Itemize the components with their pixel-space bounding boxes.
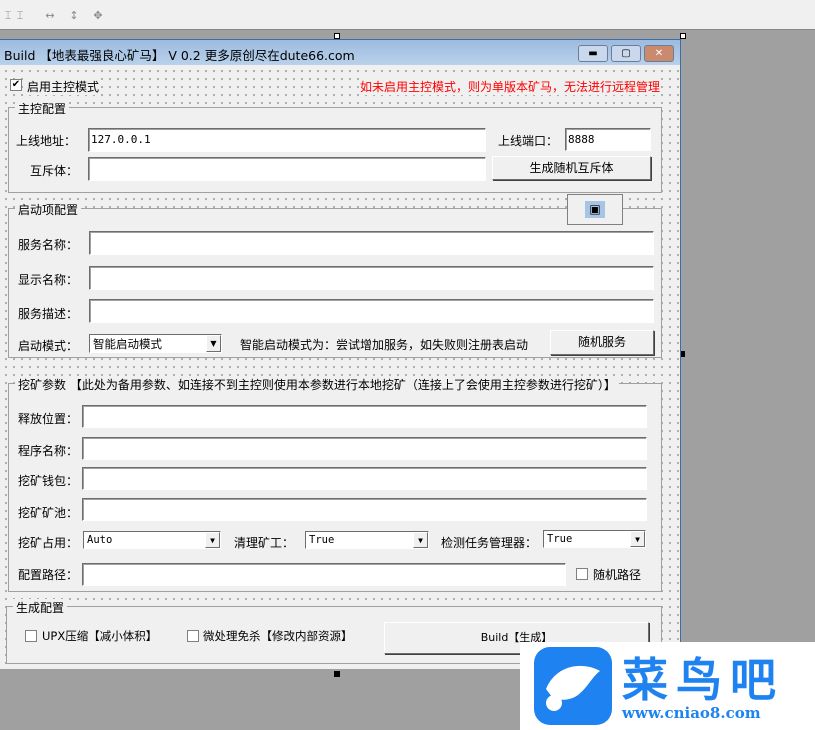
mode-hint: 智能启动模式为：尝试增加服务，如失败则注册表启动 [240,338,529,352]
random-service-button[interactable]: 随机服务 [550,330,654,355]
clean-select[interactable]: True ▼ [305,531,429,549]
usage-label: 挖矿占用： [18,536,79,550]
watermark-url: www.cniao8.com [622,704,761,722]
mining-params-group: 挖矿参数 【此处为备用参数、如连接不到主控则使用本参数进行本地挖矿（连接上了会使… [8,376,662,592]
wallet-input[interactable] [82,467,647,490]
desc-input[interactable] [89,299,654,323]
master-config-group: 主控配置 上线地址： 127.0.0.1 上线端口： 8888 互斥体： 生成随… [8,100,662,193]
config-path-label: 配置路径： [18,568,79,582]
designer-toolbar: ⌶ ⌶ ↔ ↕ ✥ [0,0,815,30]
avoid-label: 微处理免杀【修改内部资源】 [203,629,353,643]
pool-label: 挖矿矿池： [18,506,79,520]
gen-mutex-button[interactable]: 生成随机互斥体 [492,156,651,180]
group-title: 挖矿参数 【此处为备用参数、如连接不到主控则使用本参数进行本地挖矿（连接上了会使… [15,376,619,393]
config-path-input[interactable] [82,563,566,586]
release-label: 释放位置： [18,412,79,426]
dropdown-arrow-icon[interactable]: ▼ [413,532,428,548]
select-value: 智能启动模式 [93,337,162,351]
select-value: True [309,534,335,546]
window-title: Build 【地表最强良心矿马】 V 0.2 更多原创尽在dute66.com [4,48,355,63]
clean-label: 清理矿工： [234,536,295,550]
select-value: True [547,533,573,545]
close-button[interactable]: ✕ [644,45,674,62]
center-vertical-icon[interactable]: ⌶ [12,9,28,23]
desc-label: 服务描述： [18,307,79,321]
same-size-icon[interactable]: ✥ [90,9,106,23]
dropdown-arrow-icon[interactable]: ▼ [205,532,220,548]
taskmgr-select[interactable]: True ▼ [543,530,646,548]
program-label: 程序名称： [18,444,79,458]
taskmgr-label: 检测任务管理器： [441,536,538,550]
group-title: 生成配置 [13,599,68,616]
release-input[interactable] [82,405,647,428]
title-bar: Build 【地表最强良心矿马】 V 0.2 更多原创尽在dute66.com … [0,40,680,65]
build-window: Build 【地表最强良心矿马】 V 0.2 更多原创尽在dute66.com … [0,39,681,669]
startup-config-group: 启动项配置 服务名称： 显示名称： 服务描述： 启动模式： 智能启动模式 ▼ 智能… [8,201,662,358]
mode-label: 启动模式： [18,339,79,353]
minimize-button[interactable]: ▬ [578,45,608,62]
same-height-icon[interactable]: ↕ [66,9,82,23]
upx-checkbox[interactable] [25,630,37,642]
addr-input[interactable]: 127.0.0.1 [88,128,486,152]
service-name-input[interactable] [89,231,654,255]
dropdown-arrow-icon[interactable]: ▼ [206,335,221,352]
random-path-checkbox[interactable] [576,568,588,580]
display-name-label: 显示名称： [18,273,79,287]
select-value: Auto [87,534,113,546]
master-mode-checkbox[interactable]: ✔ [10,79,22,91]
avoid-checkbox[interactable] [187,630,199,642]
same-width-icon[interactable]: ↔ [42,9,58,23]
window-component-icon: ▣ [585,201,605,218]
warning-text: 如未启用主控模式，则为单版本矿马，无法进行远程管理 [359,78,660,95]
usage-select[interactable]: Auto ▼ [83,531,221,549]
form-client: ✔ 启用主控模式 如未启用主控模式，则为单版本矿马，无法进行远程管理 主控配置 … [0,65,680,669]
port-input[interactable]: 8888 [565,128,651,151]
group-title: 主控配置 [15,100,70,117]
pool-input[interactable] [82,498,647,521]
watermark-brand: 菜鸟吧 [622,653,784,707]
group-title: 启动项配置 [15,201,82,218]
addr-label: 上线地址： [16,134,77,148]
dropdown-arrow-icon[interactable]: ▼ [630,531,645,547]
startup-mode-select[interactable]: 智能启动模式 ▼ [89,334,222,353]
service-name-label: 服务名称： [18,238,79,252]
wallet-label: 挖矿钱包： [18,474,79,488]
component-box[interactable]: ▣ [567,194,623,225]
resize-handle[interactable] [334,671,340,677]
random-path-label: 随机路径 [593,568,642,582]
mutex-label: 互斥体： [30,164,79,178]
port-label: 上线端口： [498,134,559,148]
upx-label: UPX压缩【减小体积】 [42,629,158,643]
watermark: 菜鸟吧 www.cniao8.com [520,642,815,730]
bird-logo-icon [534,647,612,725]
master-mode-label: 启用主控模式 [27,78,100,95]
display-name-input[interactable] [89,266,654,290]
program-input[interactable] [82,437,647,460]
maximize-button[interactable]: ▢ [611,45,641,62]
mutex-input[interactable] [88,157,486,181]
